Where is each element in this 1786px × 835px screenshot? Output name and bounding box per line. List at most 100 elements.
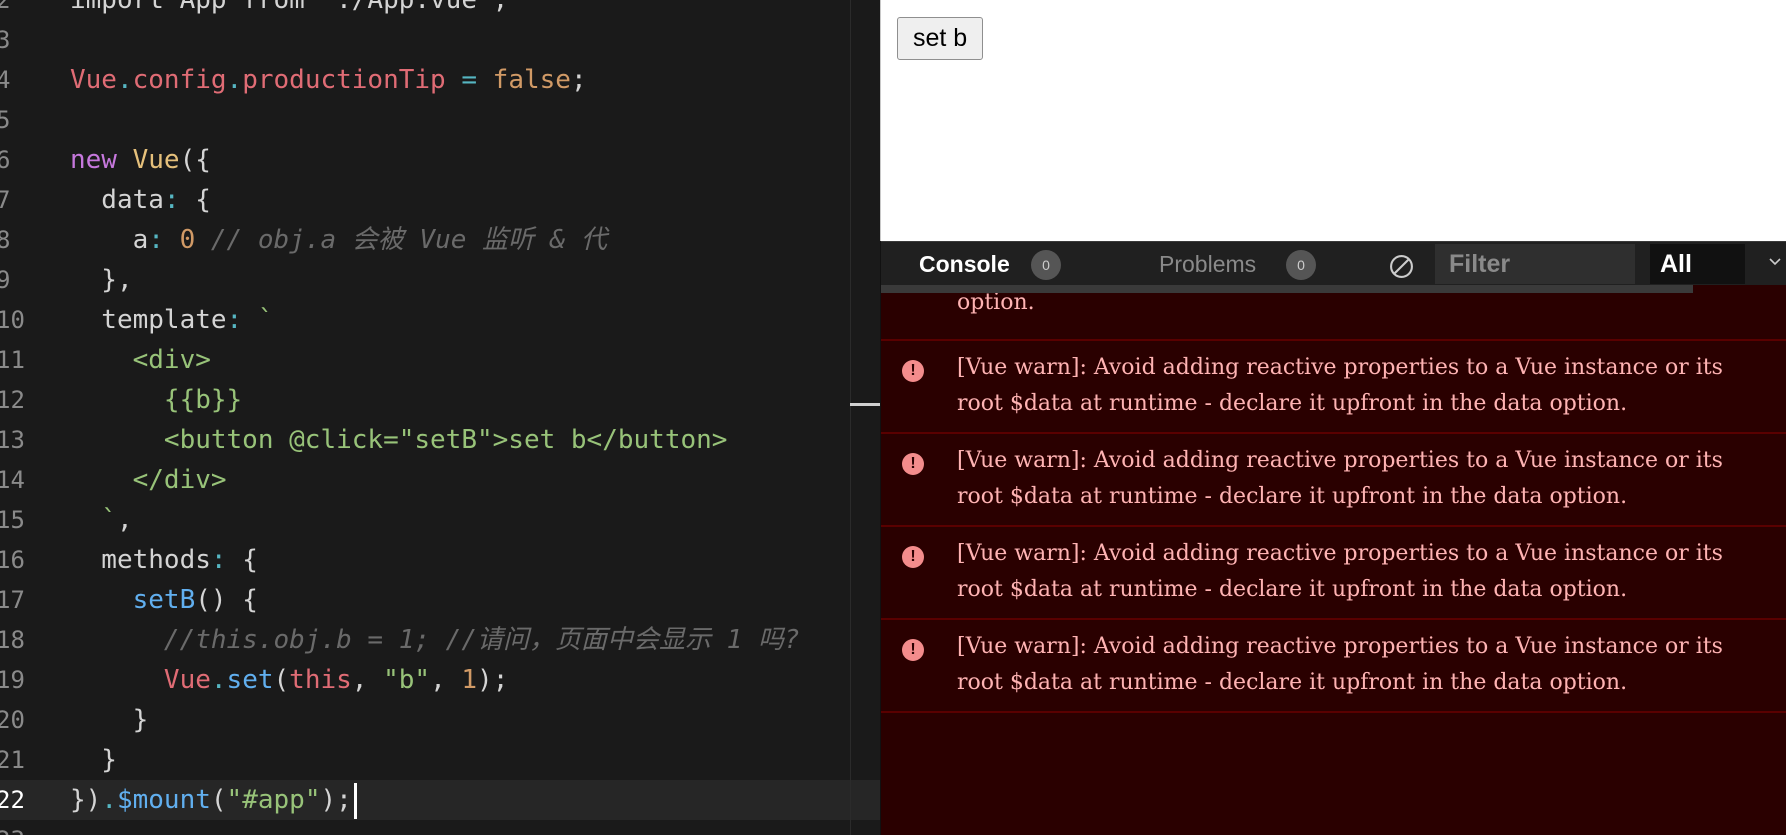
code-token: , xyxy=(430,665,462,695)
code-line[interactable]: 14 </div> xyxy=(0,460,880,500)
clear-console-icon[interactable] xyxy=(1389,254,1414,279)
line-number: 18 xyxy=(0,626,25,654)
code-line[interactable]: 4 Vue.config.productionTip = false; xyxy=(0,60,880,100)
code-line[interactable]: 7 data: { xyxy=(0,180,880,220)
code-token: "b" xyxy=(383,665,431,695)
line-number: 10 xyxy=(0,306,25,334)
code-token: () { xyxy=(195,585,258,615)
code-token: { xyxy=(242,545,258,575)
code-token: , xyxy=(116,505,133,535)
code-line[interactable]: 12 {{b}} xyxy=(0,380,880,420)
line-number: 19 xyxy=(0,666,25,694)
console-messages: option.! [Vue warn]: Avoid adding reactiv… xyxy=(881,293,1786,835)
code-token: ({ xyxy=(179,145,211,175)
console-message[interactable]: ! [Vue warn]: Avoid adding reactive prope… xyxy=(881,527,1786,620)
code-line[interactable]: 23 xyxy=(0,820,880,835)
code-line[interactable]: 2 import App from "./App.vue"; xyxy=(0,0,880,20)
code-line[interactable]: 17 setB() { xyxy=(0,580,880,620)
code-line[interactable]: 16 methods: { xyxy=(0,540,880,580)
code-token: 1 xyxy=(461,665,478,695)
code-line[interactable]: 3 xyxy=(0,20,880,60)
code-token: <button @click="setB">set b</button> xyxy=(70,425,728,455)
code-line[interactable]: 15 `, xyxy=(0,500,880,540)
editor-divider xyxy=(850,0,851,835)
code-token: : xyxy=(226,305,258,335)
code-text: Vue.set(this, "b", 1); xyxy=(70,660,508,700)
code-token: : xyxy=(163,185,196,215)
code-text: import App from "./App.vue"; xyxy=(70,0,508,20)
console-message[interactable]: ! [Vue warn]: Avoid adding reactive prope… xyxy=(881,620,1786,713)
code-token: false xyxy=(492,65,571,95)
code-token: import App from "./App.vue"; xyxy=(70,0,509,15)
code-token: // obj.a 会被 Vue 监听 & 代 xyxy=(195,225,608,255)
code-token: ); xyxy=(320,785,352,815)
line-number: 2 xyxy=(0,0,11,14)
line-number: 4 xyxy=(0,66,11,94)
code-token: . xyxy=(210,665,227,695)
code-line[interactable]: 13 <button @click="setB">set b</button> xyxy=(0,420,880,460)
line-number: 13 xyxy=(0,426,25,454)
filter-input[interactable] xyxy=(1435,244,1635,284)
chevron-down-icon[interactable] xyxy=(1769,256,1781,268)
code-text: {{b}} xyxy=(70,380,242,420)
warning-icon: ! xyxy=(902,546,924,568)
line-number: 16 xyxy=(0,546,25,574)
code-lines[interactable]: 2 import App from "./App.vue"; 3 4 Vue.confi… xyxy=(0,0,880,835)
code-text: template: ` xyxy=(70,300,273,340)
code-editor[interactable]: 2 import App from "./App.vue"; 3 4 Vue.confi… xyxy=(0,0,880,835)
code-line[interactable]: 22}).$mount("#app"); xyxy=(0,780,880,820)
code-token: a xyxy=(70,225,149,255)
console-panel: Console 0 Problems 0 All option.! [Vue wa… xyxy=(880,241,1786,835)
code-line[interactable]: 21 } xyxy=(0,740,880,780)
code-token: </div> xyxy=(70,465,227,495)
code-token: ( xyxy=(210,785,227,815)
console-count-badge: 0 xyxy=(1031,250,1061,280)
tab-console[interactable]: Console xyxy=(919,242,1010,286)
code-token: this xyxy=(289,665,352,695)
code-line[interactable]: 8 a: 0 // obj.a 会被 Vue 监听 & 代 xyxy=(0,220,880,260)
code-text: a: 0 // obj.a 会被 Vue 监听 & 代 xyxy=(70,220,607,260)
line-number: 14 xyxy=(0,466,25,494)
line-number: 20 xyxy=(0,706,25,734)
warning-icon: ! xyxy=(902,360,924,382)
editor-scroll-marker[interactable] xyxy=(850,403,880,406)
line-number: 7 xyxy=(0,186,11,214)
problems-count-badge: 0 xyxy=(1286,250,1316,280)
code-line[interactable]: 10 template: ` xyxy=(0,300,880,340)
code-token: new xyxy=(70,145,133,175)
code-token: "#app" xyxy=(226,785,321,815)
preview-pane: set b xyxy=(880,0,1786,241)
console-message[interactable]: ! [Vue warn]: Avoid adding reactive prope… xyxy=(881,434,1786,527)
code-text: methods: { xyxy=(70,540,258,580)
line-number: 6 xyxy=(0,146,11,174)
code-line[interactable]: 6 new Vue({ xyxy=(0,140,880,180)
code-text: setB() { xyxy=(70,580,258,620)
code-token: : xyxy=(148,225,180,255)
code-line[interactable]: 19 Vue.set(this, "b", 1); xyxy=(0,660,880,700)
set-b-button[interactable]: set b xyxy=(897,17,984,60)
code-text: data: { xyxy=(70,180,211,220)
line-number: 5 xyxy=(0,106,11,134)
code-line[interactable]: 5 xyxy=(0,100,880,140)
code-line[interactable]: 20 } xyxy=(0,700,880,740)
code-token: data xyxy=(70,185,164,215)
log-level-select[interactable]: All xyxy=(1650,244,1745,284)
code-line[interactable]: 9 }, xyxy=(0,260,880,300)
line-number: 8 xyxy=(0,226,11,254)
line-number: 3 xyxy=(0,26,11,54)
console-message[interactable]: ! [Vue warn]: Avoid adding reactive prope… xyxy=(881,341,1786,434)
code-text: </div> xyxy=(70,460,227,500)
code-line[interactable]: 18 //this.obj.b = 1; //请问，页面中会显示 1 吗? xyxy=(0,620,880,660)
code-token: }) xyxy=(70,785,102,815)
code-token: <div> xyxy=(70,345,211,375)
console-scrollbar[interactable] xyxy=(881,285,1693,293)
console-message[interactable]: option. xyxy=(881,293,1786,341)
code-token: } xyxy=(70,745,117,775)
code-text: }, xyxy=(70,260,132,300)
code-token: { xyxy=(195,185,211,215)
console-message-text: [Vue warn]: Avoid adding reactive proper… xyxy=(957,355,1723,416)
tab-problems[interactable]: Problems xyxy=(1159,242,1256,286)
code-token: Vue xyxy=(70,665,211,695)
code-line[interactable]: 11 <div> xyxy=(0,340,880,380)
line-number: 9 xyxy=(0,266,11,294)
